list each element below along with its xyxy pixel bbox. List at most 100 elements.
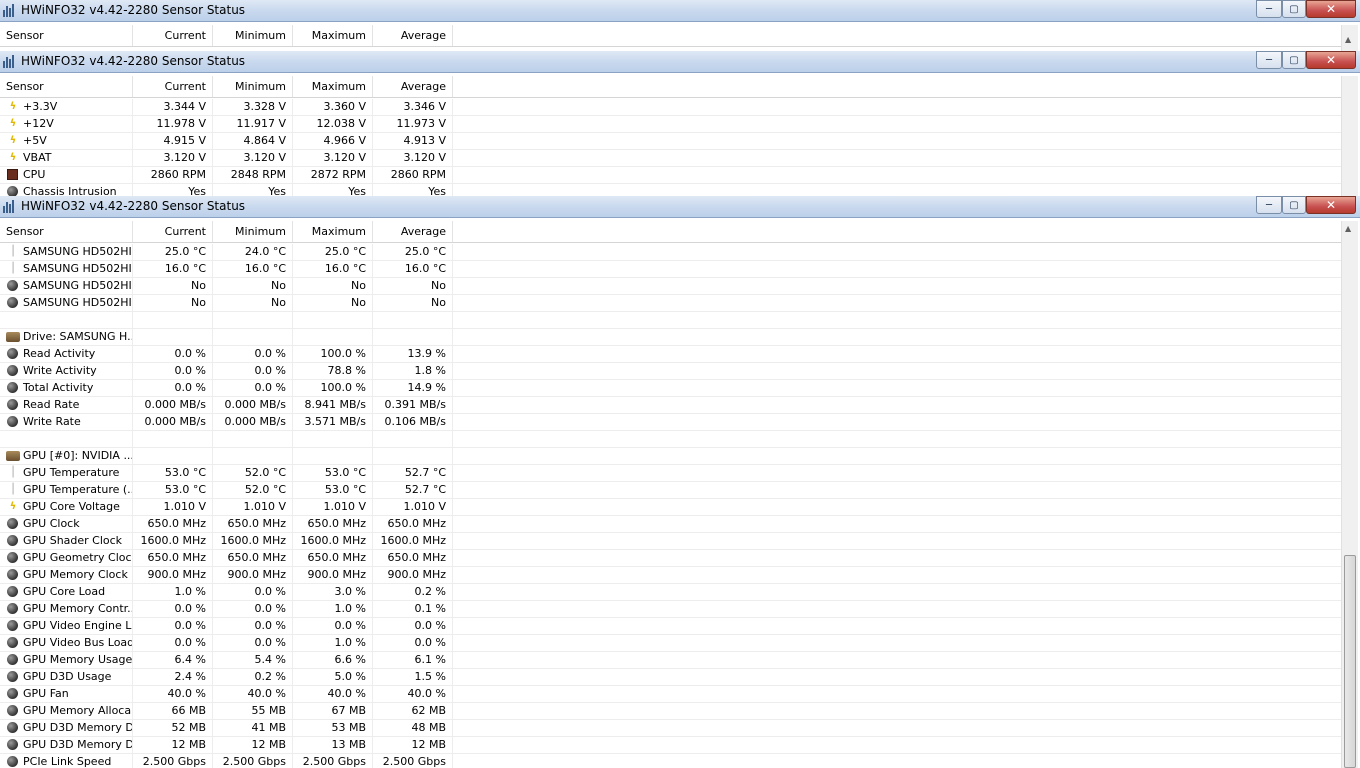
sensor-row[interactable]: Read Activity 0.0 % 0.0 % 100.0 % 13.9 % [0, 346, 1341, 363]
minimize-button[interactable]: ─ [1256, 0, 1282, 18]
sensor-row[interactable]: │ GPU Temperature 53.0 °C 52.0 °C 53.0 °C 52.… [0, 465, 1341, 482]
minimum-value: 0.0 % [213, 584, 293, 600]
average-value: 0.0 % [373, 635, 453, 651]
maximum-value: 100.0 % [293, 380, 373, 396]
close-icon: ✕ [1325, 198, 1337, 212]
sensor-name: CPU [0, 167, 133, 183]
column-header-minimum[interactable]: Minimum [213, 25, 293, 46]
sensor-row[interactable]: GPU Memory Clock 900.0 MHz 900.0 MHz 900.0 … [0, 567, 1341, 584]
sensor-row[interactable]: CPU 2860 RPM 2848 RPM 2872 RPM 2860 RPM [0, 167, 1341, 184]
sensor-name: GPU D3D Memory D... [0, 720, 133, 736]
column-header-bar: Sensor Current Minimum Maximum Average [0, 25, 1341, 47]
sensor-row[interactable]: GPU Memory Alloca... 66 MB 55 MB 67 MB 62 MB [0, 703, 1341, 720]
column-header-sensor[interactable]: Sensor [0, 25, 133, 46]
minimum-value: 41 MB [213, 720, 293, 736]
column-header-bar: Sensor Current Minimum Maximum Average [0, 221, 1341, 243]
current-value: 16.0 °C [133, 261, 213, 277]
column-header-current[interactable]: Current [133, 76, 213, 97]
column-header-average[interactable]: Average [373, 221, 453, 242]
column-header-average[interactable]: Average [373, 25, 453, 46]
current-value: 53.0 °C [133, 465, 213, 481]
sensor-row[interactable]: GPU D3D Usage 2.4 % 0.2 % 5.0 % 1.5 % [0, 669, 1341, 686]
column-header-maximum[interactable]: Maximum [293, 221, 373, 242]
sensor-name: GPU Memory Contr... [0, 601, 133, 617]
column-header-minimum[interactable]: Minimum [213, 76, 293, 97]
sensor-row[interactable]: │ GPU Temperature (... 53.0 °C 52.0 °C 53.0 … [0, 482, 1341, 499]
sensor-row[interactable]: GPU Video Bus Load 0.0 % 0.0 % 1.0 % 0.0 % [0, 635, 1341, 652]
column-header-maximum[interactable]: Maximum [293, 76, 373, 97]
group-header-row[interactable]: Drive: SAMSUNG H... [0, 329, 1341, 346]
minimum-value: 3.328 V [213, 99, 293, 115]
sensor-row[interactable]: ϟ +3.3V 3.344 V 3.328 V 3.360 V 3.346 V [0, 99, 1341, 116]
sensor-row[interactable]: │ SAMSUNG HD502HI... 25.0 °C 24.0 °C 25.0 °C… [0, 244, 1341, 261]
sensor-row[interactable]: GPU Memory Contr... 0.0 % 0.0 % 1.0 % 0.1 % [0, 601, 1341, 618]
vertical-scrollbar[interactable] [1341, 76, 1358, 197]
sensor-row[interactable]: GPU Fan 40.0 % 40.0 % 40.0 % 40.0 % [0, 686, 1341, 703]
sensor-name: Drive: SAMSUNG H... [0, 329, 133, 345]
maximize-button[interactable]: ▢ [1282, 51, 1306, 69]
sensor-row[interactable]: GPU Video Engine L... 0.0 % 0.0 % 0.0 % 0.0 … [0, 618, 1341, 635]
sensor-row[interactable]: Total Activity 0.0 % 0.0 % 100.0 % 14.9 % [0, 380, 1341, 397]
column-header-average[interactable]: Average [373, 76, 453, 97]
sensor-row[interactable] [0, 431, 1341, 448]
sensor-row[interactable]: ϟ VBAT 3.120 V 3.120 V 3.120 V 3.120 V [0, 150, 1341, 167]
sensor-row[interactable]: GPU Clock 650.0 MHz 650.0 MHz 650.0 MHz 650.… [0, 516, 1341, 533]
group-header-row[interactable]: GPU [#0]: NVIDIA ... [0, 448, 1341, 465]
sensor-row[interactable]: ϟ +12V 11.978 V 11.917 V 12.038 V 11.973 V [0, 116, 1341, 133]
sensor-row[interactable]: ϟ +5V 4.915 V 4.864 V 4.966 V 4.913 V [0, 133, 1341, 150]
sensor-row[interactable]: ϟ GPU Core Voltage 1.010 V 1.010 V 1.010 V 1.… [0, 499, 1341, 516]
vertical-scrollbar[interactable]: ▲ [1341, 221, 1358, 768]
title-bar[interactable]: HWiNFO32 v4.42-2280 Sensor Status ─ ▢ ✕ [0, 196, 1360, 218]
close-button[interactable]: ✕ [1306, 51, 1356, 69]
close-button[interactable]: ✕ [1306, 196, 1356, 214]
sensor-row[interactable]: │ SAMSUNG HD502HI... 16.0 °C 16.0 °C 16.0 °C… [0, 261, 1341, 278]
sensor-row[interactable]: GPU Memory Usage 6.4 % 5.4 % 6.6 % 6.1 % [0, 652, 1341, 669]
scroll-up-arrow-icon[interactable]: ▲ [1345, 224, 1351, 233]
sensor-name: PCIe Link Speed [0, 754, 133, 768]
sensor-row[interactable]: SAMSUNG HD502HI... No No No No [0, 295, 1341, 312]
sensor-row[interactable]: Write Rate 0.000 MB/s 0.000 MB/s 3.571 MB/s… [0, 414, 1341, 431]
sensor-row[interactable]: GPU D3D Memory D... 52 MB 41 MB 53 MB 48 MB [0, 720, 1341, 737]
column-header-maximum[interactable]: Maximum [293, 25, 373, 46]
minimize-button[interactable]: ─ [1256, 196, 1282, 214]
sensor-name: SAMSUNG HD502HI... [0, 244, 133, 260]
current-value: 11.978 V [133, 116, 213, 132]
column-header-sensor[interactable]: Sensor [0, 76, 133, 97]
sensor-row[interactable]: GPU D3D Memory D... 12 MB 12 MB 13 MB 12 MB [0, 737, 1341, 754]
close-button[interactable]: ✕ [1306, 0, 1356, 18]
title-bar[interactable]: HWiNFO32 v4.42-2280 Sensor Status ─ ▢ ✕ [0, 0, 1360, 22]
average-value: 40.0 % [373, 686, 453, 702]
current-value: 1600.0 MHz [133, 533, 213, 549]
maximum-value: 3.0 % [293, 584, 373, 600]
sensor-row[interactable]: GPU Shader Clock 1600.0 MHz 1600.0 MHz 1600… [0, 533, 1341, 550]
column-header-current[interactable]: Current [133, 25, 213, 46]
average-value: 25.0 °C [373, 244, 453, 260]
minimize-button[interactable]: ─ [1256, 51, 1282, 69]
sensor-row[interactable]: Read Rate 0.000 MB/s 0.000 MB/s 8.941 MB/s 0… [0, 397, 1341, 414]
maximum-value: 650.0 MHz [293, 516, 373, 532]
maximize-button[interactable]: ▢ [1282, 0, 1306, 18]
sensor-name: GPU Core Voltage [0, 499, 133, 515]
sensor-name: Write Activity [0, 363, 133, 379]
sensor-row[interactable]: SAMSUNG HD502HI... No No No No [0, 278, 1341, 295]
vertical-scrollbar[interactable]: ▲ [1341, 25, 1358, 51]
maximum-value: 12.038 V [293, 116, 373, 132]
column-header-sensor[interactable]: Sensor [0, 221, 133, 242]
current-value: 3.120 V [133, 150, 213, 166]
sensor-row[interactable]: PCIe Link Speed 2.500 Gbps 2.500 Gbps 2.500… [0, 754, 1341, 768]
column-header-minimum[interactable]: Minimum [213, 221, 293, 242]
sensor-name: GPU Memory Usage [0, 652, 133, 668]
maximum-value: 40.0 % [293, 686, 373, 702]
sensor-row[interactable]: GPU Geometry Clock 650.0 MHz 650.0 MHz 650.… [0, 550, 1341, 567]
current-value [133, 329, 213, 345]
current-value: 0.0 % [133, 635, 213, 651]
scrollbar-thumb[interactable] [1344, 555, 1356, 768]
sensor-row[interactable]: GPU Core Load 1.0 % 0.0 % 3.0 % 0.2 % [0, 584, 1341, 601]
sensor-row[interactable]: Write Activity 0.0 % 0.0 % 78.8 % 1.8 % [0, 363, 1341, 380]
sensor-name: GPU Video Engine L... [0, 618, 133, 634]
scroll-up-arrow-icon[interactable]: ▲ [1345, 35, 1351, 44]
column-header-current[interactable]: Current [133, 221, 213, 242]
maximize-button[interactable]: ▢ [1282, 196, 1306, 214]
title-bar[interactable]: HWiNFO32 v4.42-2280 Sensor Status ─ ▢ ✕ [0, 51, 1360, 73]
sensor-row[interactable] [0, 312, 1341, 329]
